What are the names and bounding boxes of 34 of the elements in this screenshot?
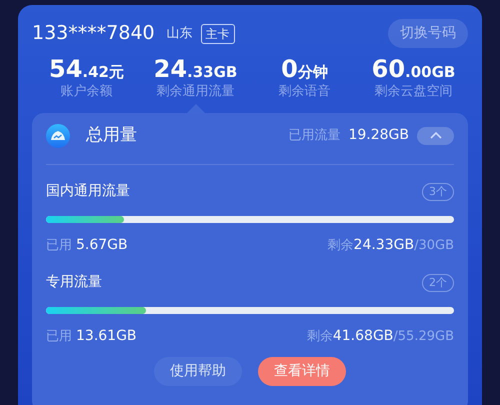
stat-value: 60.00GB xyxy=(370,56,456,82)
stat-label: 剩余云盘空间 xyxy=(374,83,454,102)
used-amount: 13.61GB xyxy=(76,327,137,346)
stat-label: 剩余通用流量 xyxy=(156,83,236,102)
details-button[interactable]: 查看详情 xyxy=(258,357,346,386)
used-traffic-value: 19.28GB xyxy=(348,126,409,146)
remaining-label: 剩余 xyxy=(328,237,354,256)
total-amount: /55.29GB xyxy=(393,328,454,346)
section-title: 国内通用流量 xyxy=(46,182,130,202)
remaining-label: 剩余 xyxy=(306,328,333,346)
stat-value: 24.33GB xyxy=(152,56,238,82)
used-amount: 5.67GB xyxy=(76,236,128,256)
collapse-toggle[interactable] xyxy=(417,126,454,145)
usage-title: 总用量 xyxy=(86,124,137,147)
section-title: 专用流量 xyxy=(46,273,102,292)
main-card-tag: 主卡 xyxy=(200,24,235,44)
province-label: 山东 xyxy=(166,24,193,43)
used-traffic-label: 已用流量 xyxy=(288,126,340,145)
package-count: 2个 xyxy=(422,274,454,292)
stat-label: 剩余语音 xyxy=(278,83,332,102)
used-label: 已用 xyxy=(46,237,72,256)
stat-label: 账户余额 xyxy=(60,83,114,102)
remaining-amount: 41.68GB xyxy=(332,327,394,346)
total-amount: /30GB xyxy=(414,237,454,256)
cloud-chart-icon xyxy=(46,124,70,148)
chevron-up-icon xyxy=(430,132,442,140)
help-button[interactable]: 使用帮助 xyxy=(154,357,242,386)
switch-number-button[interactable]: 切换号码 xyxy=(388,19,468,48)
package-count: 3个 xyxy=(422,182,454,202)
phone-number: 133****7840 xyxy=(32,21,155,46)
stat-value: 54.42元 xyxy=(48,56,125,82)
used-label: 已用 xyxy=(46,328,72,346)
stat-value: 0分钟 xyxy=(280,56,329,82)
remaining-amount: 24.33GB xyxy=(354,236,414,256)
